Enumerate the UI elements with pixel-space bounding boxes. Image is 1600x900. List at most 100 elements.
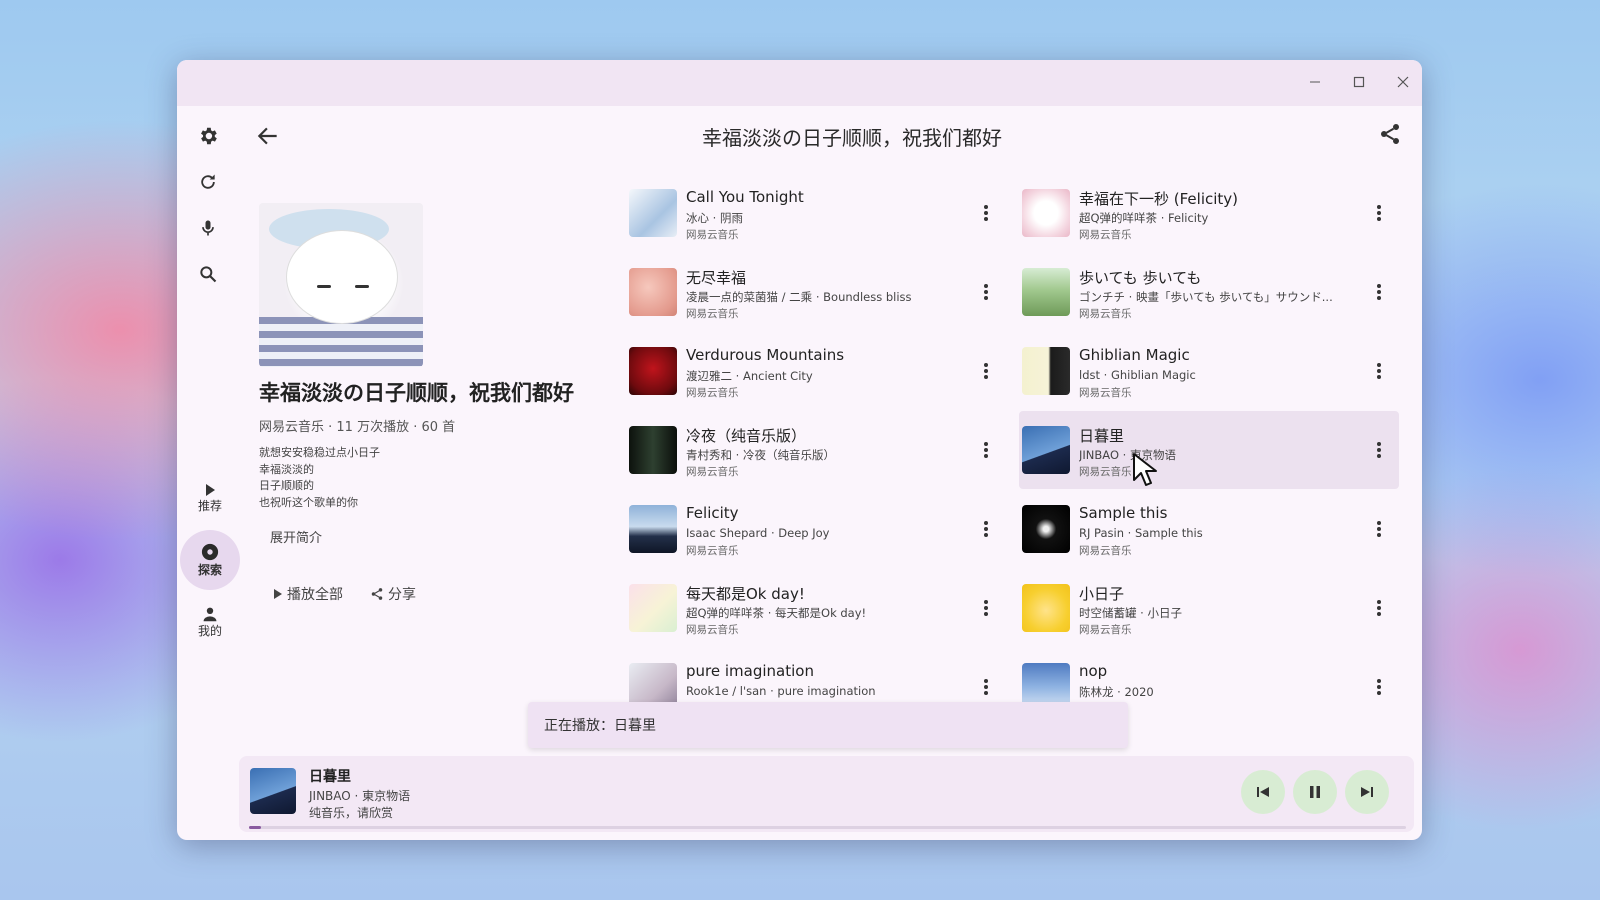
song-cover bbox=[1022, 584, 1070, 632]
song-artist: 冰心 · 阴雨 bbox=[686, 211, 743, 225]
song-item[interactable]: Call You Tonight 冰心 · 阴雨 网易云音乐 bbox=[626, 174, 1006, 252]
more-vert-icon[interactable] bbox=[1369, 202, 1389, 224]
more-vert-icon[interactable] bbox=[1369, 439, 1389, 461]
pause-icon[interactable] bbox=[1293, 770, 1337, 814]
song-source: 网易云音乐 bbox=[686, 308, 739, 320]
description-line: 幸福淡淡的 bbox=[259, 462, 314, 476]
song-title: Ghiblian Magic bbox=[1079, 346, 1190, 364]
nav-recommend[interactable]: 推荐 bbox=[180, 468, 240, 528]
progress-bar[interactable] bbox=[249, 826, 1406, 829]
skip-next-icon[interactable] bbox=[1345, 770, 1389, 814]
song-artist: Rook1e / l'san · pure imagination bbox=[686, 684, 876, 698]
share-button[interactable]: 分享 bbox=[370, 584, 416, 604]
gear-icon[interactable] bbox=[195, 123, 221, 149]
song-cover bbox=[629, 189, 677, 237]
microphone-icon[interactable] bbox=[195, 215, 221, 241]
minimize-icon[interactable] bbox=[1300, 70, 1330, 94]
song-title: Felicity bbox=[686, 504, 739, 522]
song-title: 小日子 bbox=[1079, 585, 1125, 603]
song-cover bbox=[629, 505, 677, 553]
skip-previous-icon[interactable] bbox=[1241, 770, 1285, 814]
song-artist: Isaac Shepard · Deep Joy bbox=[686, 526, 830, 540]
nav-label: 推荐 bbox=[197, 498, 222, 513]
now-playing-cover bbox=[250, 768, 296, 814]
page-title: 幸福淡淡の日子顺顺，祝我们都好 bbox=[702, 126, 1002, 150]
more-vert-icon[interactable] bbox=[976, 281, 996, 303]
song-source: 网易云音乐 bbox=[1079, 308, 1132, 320]
now-playing-artist: JINBAO · 東京物语 bbox=[309, 789, 411, 803]
more-vert-icon[interactable] bbox=[976, 360, 996, 382]
more-vert-icon[interactable] bbox=[976, 676, 996, 698]
player-bar[interactable]: 日暮里 JINBAO · 東京物语 纯音乐，请欣赏 bbox=[239, 756, 1414, 832]
person-icon bbox=[203, 607, 217, 621]
more-vert-icon[interactable] bbox=[1369, 518, 1389, 540]
song-title: 无尽幸福 bbox=[686, 269, 747, 287]
search-icon[interactable] bbox=[195, 261, 221, 287]
song-title: Call You Tonight bbox=[686, 188, 804, 206]
song-item[interactable]: 幸福在下一秒 (Felicity) 超Q弹的咩咩茶 · Felicity 网易云… bbox=[1019, 174, 1399, 252]
song-item-selected[interactable]: 日暮里 JINBAO · 東京物语 网易云音乐 bbox=[1019, 411, 1399, 489]
more-vert-icon[interactable] bbox=[976, 439, 996, 461]
song-cover bbox=[629, 426, 677, 474]
song-item[interactable]: 每天都是Ok day! 超Q弹的咩咩茶 · 每天都是Ok day! 网易云音乐 bbox=[626, 569, 1006, 647]
description-line: 也祝听这个歌单的你 bbox=[259, 495, 358, 509]
song-title: 冷夜（纯音乐版） bbox=[686, 427, 807, 445]
more-vert-icon[interactable] bbox=[1369, 281, 1389, 303]
playlist-meta: 网易云音乐 · 11 万次播放 · 60 首 bbox=[259, 420, 456, 435]
song-cover bbox=[629, 347, 677, 395]
song-source: 网易云音乐 bbox=[686, 545, 739, 557]
song-item[interactable]: Verdurous Mountains 渡辺雅二 · Ancient City … bbox=[626, 332, 1006, 410]
arrow-left-icon[interactable] bbox=[255, 123, 283, 151]
expand-description-button[interactable]: 展开简介 bbox=[270, 527, 322, 546]
song-item[interactable]: Sample this RJ Pasin · Sample this 网易云音乐 bbox=[1019, 490, 1399, 568]
disc-icon bbox=[201, 543, 219, 560]
song-source: 网易云音乐 bbox=[1079, 229, 1132, 241]
refresh-icon[interactable] bbox=[195, 169, 221, 195]
app-window: 推荐 探索 我的 幸福淡淡の日子顺顺，祝我们都好 幸福淡淡の日子顺顺，祝我们都好… bbox=[177, 60, 1422, 840]
nav-explore[interactable]: 探索 bbox=[180, 530, 240, 590]
close-icon[interactable] bbox=[1388, 70, 1418, 94]
song-cover bbox=[1022, 505, 1070, 553]
share-icon[interactable] bbox=[1378, 122, 1404, 148]
playlist-description: 就想安安稳稳过点小日子 幸福淡淡的 日子顺顺的 也祝听这个歌单的你 bbox=[259, 445, 380, 511]
more-vert-icon[interactable] bbox=[1369, 676, 1389, 698]
more-vert-icon[interactable] bbox=[1369, 360, 1389, 382]
share-icon bbox=[371, 588, 383, 600]
song-cover bbox=[1022, 189, 1070, 237]
more-vert-icon[interactable] bbox=[976, 518, 996, 540]
song-source: 网易云音乐 bbox=[1079, 545, 1132, 557]
song-item[interactable]: 无尽幸福 凌晨一点的菜菌猫 / 二乘 · Boundless bliss 网易云… bbox=[626, 253, 1006, 331]
description-line: 日子顺顺的 bbox=[259, 479, 314, 492]
song-artist: 渡辺雅二 · Ancient City bbox=[686, 369, 813, 383]
song-item[interactable]: Felicity Isaac Shepard · Deep Joy 网易云音乐 bbox=[626, 490, 1006, 568]
play-all-button[interactable]: 播放全部 bbox=[273, 584, 343, 604]
progress-fill bbox=[249, 826, 261, 829]
song-source: 网易云音乐 bbox=[1079, 466, 1132, 478]
navigation-rail: 推荐 探索 我的 bbox=[177, 106, 243, 840]
playlist-cover bbox=[259, 203, 423, 367]
song-item[interactable]: 冷夜（纯音乐版） 青村秀和 · 冷夜（纯音乐版） 网易云音乐 bbox=[626, 411, 1006, 489]
nav-label: 我的 bbox=[197, 623, 222, 638]
song-source: 网易云音乐 bbox=[1079, 624, 1132, 636]
title-bar[interactable] bbox=[177, 60, 1422, 106]
now-playing-title: 日暮里 bbox=[309, 769, 351, 785]
more-vert-icon[interactable] bbox=[976, 597, 996, 619]
song-item[interactable]: Ghiblian Magic ldst · Ghiblian Magic 网易云… bbox=[1019, 332, 1399, 410]
song-artist: 超Q弹的咩咩茶 · 每天都是Ok day! bbox=[686, 606, 867, 620]
nav-mine[interactable]: 我的 bbox=[180, 592, 240, 652]
song-cover bbox=[1022, 268, 1070, 316]
now-playing-toast: 正在播放：日暮里 bbox=[528, 702, 1128, 748]
song-source: 网易云音乐 bbox=[686, 466, 739, 478]
more-vert-icon[interactable] bbox=[1369, 597, 1389, 619]
song-item[interactable]: 小日子 时空储蓄罐 · 小日子 网易云音乐 bbox=[1019, 569, 1399, 647]
play-all-label: 播放全部 bbox=[287, 587, 343, 603]
song-artist: 时空储蓄罐 · 小日子 bbox=[1079, 606, 1182, 620]
nav-label: 探索 bbox=[197, 562, 222, 577]
song-item[interactable]: 歩いても 歩いても ゴンチチ · 映畫「歩いても 歩いても」サウンド... 网易… bbox=[1019, 253, 1399, 331]
song-title: 歩いても 歩いても bbox=[1079, 269, 1202, 287]
song-title: nop bbox=[1079, 662, 1108, 680]
maximize-icon[interactable] bbox=[1344, 70, 1374, 94]
song-cover bbox=[1022, 426, 1070, 474]
more-vert-icon[interactable] bbox=[976, 202, 996, 224]
play-icon bbox=[274, 589, 282, 599]
